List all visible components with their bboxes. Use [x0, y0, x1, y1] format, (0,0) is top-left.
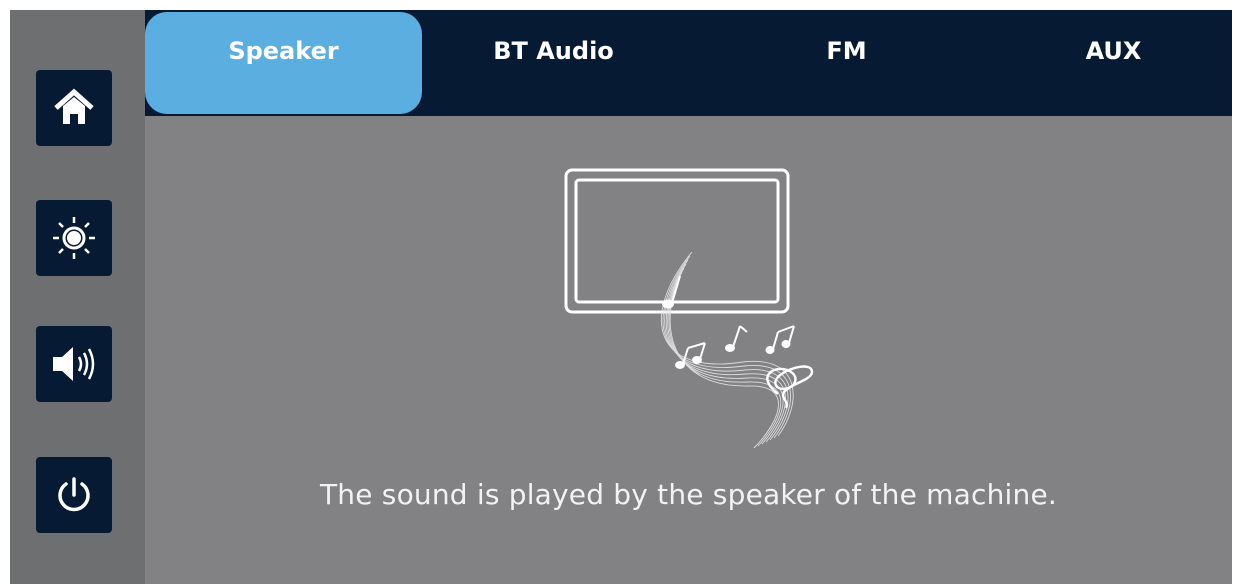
- home-icon: [54, 88, 94, 124]
- tab-aux[interactable]: AUX: [975, 12, 1242, 114]
- brightness-icon: [53, 217, 95, 259]
- tab-label: Speaker: [228, 37, 339, 65]
- tab-label: BT Audio: [493, 37, 614, 65]
- tab-label: AUX: [1085, 37, 1142, 65]
- brightness-button[interactable]: [36, 200, 112, 276]
- description-text: The sound is played by the speaker of th…: [320, 478, 1057, 511]
- tab-label: FM: [826, 37, 867, 65]
- power-button[interactable]: [36, 457, 112, 533]
- tab-fm[interactable]: FM: [708, 12, 985, 114]
- home-button[interactable]: [36, 70, 112, 146]
- volume-button[interactable]: [36, 326, 112, 402]
- music-notes-icon: [662, 275, 795, 369]
- speaker-illustration: [564, 168, 814, 449]
- tab-speaker[interactable]: Speaker: [145, 12, 422, 114]
- power-icon: [58, 477, 90, 512]
- volume-icon: [53, 347, 95, 381]
- tab-bt-audio[interactable]: BT Audio: [415, 12, 692, 114]
